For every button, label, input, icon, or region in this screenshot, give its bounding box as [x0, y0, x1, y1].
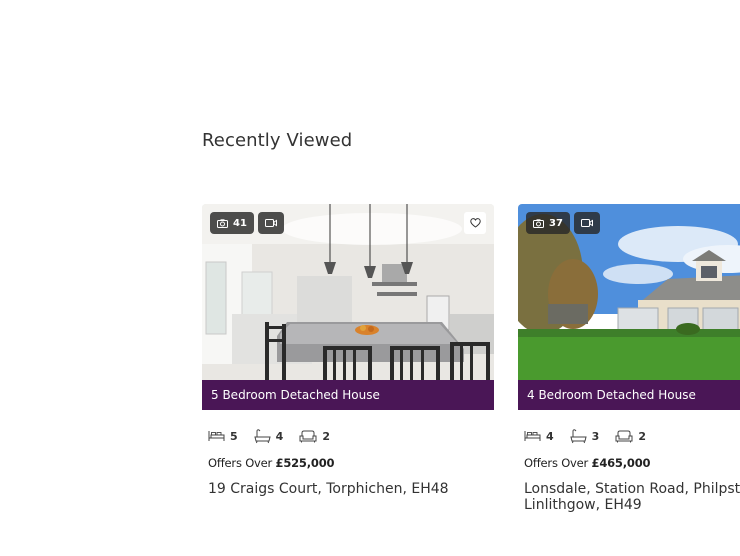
- recently-viewed-carousel: 41 5 Bedroom Detached House 5 4 2 Offers…: [202, 204, 740, 556]
- photo-count: 37: [549, 217, 563, 229]
- media-badges: 37: [526, 212, 600, 234]
- property-card[interactable]: 41 5 Bedroom Detached House 5 4 2 Offers…: [202, 204, 494, 497]
- property-photo[interactable]: 37 4 Bedroom Detached House: [518, 204, 740, 410]
- price: Offers Over £525,000: [202, 456, 494, 470]
- video-badge[interactable]: [573, 212, 600, 234]
- address-line: Linlithgow, EH49: [524, 497, 642, 513]
- price-amount: £465,000: [591, 456, 651, 470]
- bed-icon: [524, 431, 541, 441]
- bathrooms-count: 4: [275, 429, 284, 443]
- receptions-feature: 2: [299, 430, 330, 443]
- bath-icon: [254, 428, 271, 443]
- property-type-banner: 5 Bedroom Detached House: [202, 380, 494, 410]
- price: Offers Over £465,000: [518, 456, 740, 470]
- video-icon: [580, 219, 593, 227]
- photo-count-badge[interactable]: 41: [210, 212, 254, 234]
- photo-count-badge[interactable]: 37: [526, 212, 570, 234]
- property-address[interactable]: 19 Craigs Court, Torphichen, EH48: [202, 481, 494, 497]
- property-card[interactable]: 37 4 Bedroom Detached House 4 3 2 Offers…: [518, 204, 740, 513]
- camera-icon: [217, 218, 228, 228]
- bathrooms-feature: 4: [254, 428, 284, 444]
- receptions-feature: 2: [615, 430, 646, 443]
- property-features: 5 4 2: [202, 428, 494, 444]
- sofa-icon: [299, 430, 317, 442]
- property-type-banner: 4 Bedroom Detached House: [518, 380, 740, 410]
- property-photo[interactable]: 41 5 Bedroom Detached House: [202, 204, 494, 410]
- receptions-count: 2: [322, 429, 330, 443]
- camera-icon: [533, 218, 544, 228]
- media-badges: 41: [210, 212, 284, 234]
- sofa-icon: [615, 430, 633, 442]
- favourite-button[interactable]: [464, 212, 486, 234]
- receptions-count: 2: [638, 429, 646, 443]
- video-badge[interactable]: [257, 212, 284, 234]
- bath-icon: [570, 428, 587, 443]
- section-title: Recently Viewed: [202, 130, 353, 151]
- bedrooms-count: 5: [230, 429, 238, 443]
- property-address[interactable]: Lonsdale, Station Road, Philpstoun Linli…: [518, 481, 740, 513]
- video-icon: [264, 219, 277, 227]
- bedrooms-feature: 5: [208, 430, 238, 443]
- price-prefix: Offers Over: [208, 456, 273, 470]
- heart-icon: [469, 218, 481, 228]
- bedrooms-count: 4: [546, 429, 554, 443]
- bathrooms-feature: 3: [570, 428, 600, 444]
- price-prefix: Offers Over: [524, 456, 589, 470]
- price-amount: £525,000: [275, 456, 335, 470]
- bed-icon: [208, 431, 225, 441]
- photo-count: 41: [233, 217, 247, 229]
- bathrooms-count: 3: [591, 429, 600, 443]
- address-line: 19 Craigs Court, Torphichen, EH48: [208, 481, 449, 497]
- bedrooms-feature: 4: [524, 430, 554, 443]
- property-features: 4 3 2: [518, 428, 740, 444]
- address-line: Lonsdale, Station Road, Philpstoun: [524, 481, 740, 497]
